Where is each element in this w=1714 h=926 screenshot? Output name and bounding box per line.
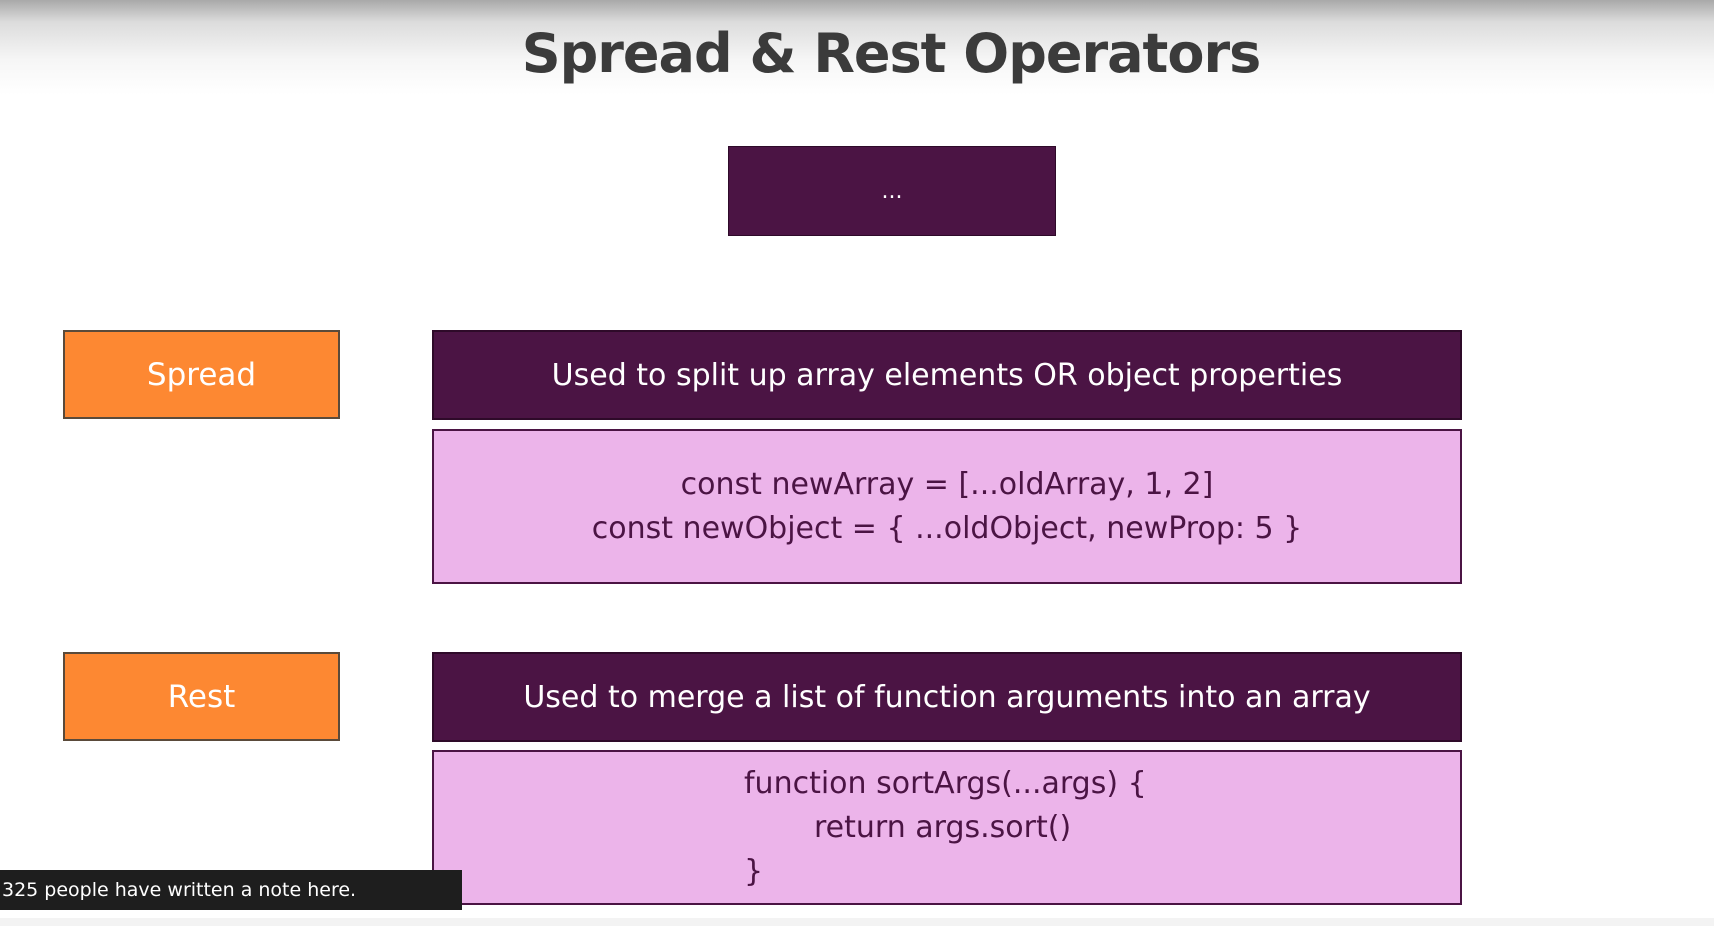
rest-code-box: function sortArgs(...args) { return args… — [432, 750, 1462, 905]
rest-code-line: function sortArgs(...args) { — [744, 765, 1147, 801]
operator-symbol-box: ... — [728, 146, 1056, 236]
bottom-strip — [0, 918, 1714, 926]
rest-label-box: Rest — [63, 652, 340, 741]
spread-code-line: const newObject = { ...oldObject, newPro… — [591, 510, 1303, 546]
slide: Spread & Rest Operators ... Spread Used … — [0, 0, 1714, 926]
rest-description-box: Used to merge a list of function argumen… — [432, 652, 1462, 742]
spread-description-box: Used to split up array elements OR objec… — [432, 330, 1462, 420]
spread-code-line: const newArray = [...oldArray, 1, 2] — [680, 466, 1214, 502]
rest-label: Rest — [167, 678, 236, 715]
rest-description: Used to merge a list of function argumen… — [523, 679, 1371, 715]
spread-label-box: Spread — [63, 330, 340, 419]
rest-code-line: return args.sort() — [814, 809, 1072, 845]
rest-code-block: function sortArgs(...args) { return args… — [744, 762, 1147, 894]
spread-code-box: const newArray = [...oldArray, 1, 2] con… — [432, 429, 1462, 584]
spread-label: Spread — [146, 356, 257, 393]
slide-title: Spread & Rest Operators — [521, 22, 1261, 85]
rest-code-line: } — [744, 853, 764, 889]
spread-description: Used to split up array elements OR objec… — [551, 357, 1343, 393]
operator-symbol: ... — [881, 178, 903, 204]
notes-banner-text: 325 people have written a note here. — [2, 879, 357, 901]
notes-banner[interactable]: 325 people have written a note here. — [0, 870, 462, 910]
